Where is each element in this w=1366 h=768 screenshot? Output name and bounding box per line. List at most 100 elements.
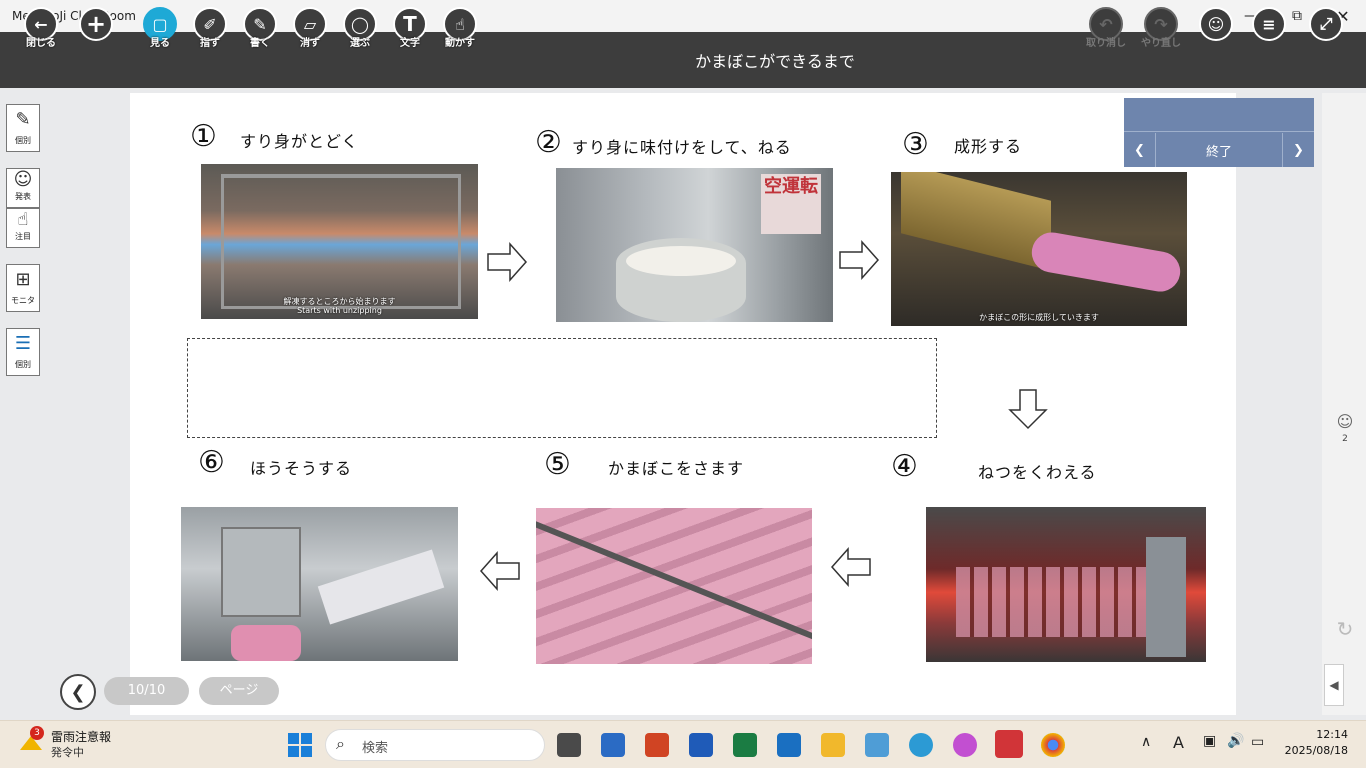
dashed-answer-box[interactable] <box>187 338 937 438</box>
battery-icon[interactable]: ▭ <box>1251 734 1264 750</box>
attention-button[interactable]: ☝ 注目 <box>6 208 40 248</box>
search-icon: ⌕ <box>336 734 345 753</box>
hand-icon: ☝ <box>17 209 29 230</box>
step-number: ① <box>190 119 217 154</box>
start-tile <box>288 733 299 744</box>
kamaboko-rows <box>956 567 1146 637</box>
fullscreen-button[interactable]: ⤢ <box>1306 7 1346 41</box>
taskbar <box>0 720 1366 768</box>
chevron-left-icon[interactable]: ❮ <box>1124 133 1156 167</box>
photo-mixing: 空運転 <box>556 168 833 322</box>
monitor-button[interactable]: ⊞ モニタ <box>6 264 40 312</box>
present-button[interactable]: ☺ 発表 <box>6 168 40 208</box>
text-label: 文字 <box>400 38 420 49</box>
weather-warning-icon[interactable]: 3 <box>18 726 44 754</box>
photo-heating <box>926 507 1206 662</box>
chevron-right-icon[interactable]: ❯ <box>1282 133 1314 167</box>
hamburger-icon: ≡ <box>1252 7 1286 41</box>
redo-label: やり直し <box>1141 38 1181 49</box>
ime-indicator[interactable]: A <box>1173 733 1184 752</box>
kamaboko-paste <box>1028 229 1184 295</box>
layers-icon: ☰ <box>14 333 32 354</box>
chevron-up-icon[interactable]: ∧ <box>1141 734 1151 750</box>
select-button[interactable]: ◯ 選ぶ <box>340 7 380 49</box>
user-icon: ☺ <box>1336 412 1354 431</box>
clock-date[interactable]: 2025/08/18 <box>1276 744 1348 757</box>
notification-badge: 3 <box>30 726 44 740</box>
start-tile <box>288 746 299 757</box>
rack-frame <box>221 174 461 309</box>
close-button[interactable]: ← 閉じる <box>21 7 61 49</box>
photo-caption: 解凍するところから始まります Starts with unzipping <box>201 297 478 315</box>
step-label: すり身がとどく <box>240 132 359 151</box>
point-button[interactable]: ✐ 指す <box>190 7 230 49</box>
panel-header <box>1124 98 1314 132</box>
step-label: かまぼこをさます <box>608 459 745 478</box>
arrow-right-icon <box>487 242 528 282</box>
paint-icon[interactable] <box>865 733 889 757</box>
surimi <box>626 246 736 276</box>
step-number: ⑤ <box>544 447 571 482</box>
arrow-left-icon <box>479 551 520 591</box>
sync-icon[interactable]: ↻ <box>1332 617 1358 641</box>
search-placeholder: 検索 <box>362 741 389 756</box>
text-button[interactable]: T 文字 <box>390 7 430 49</box>
photo-surimi-arrival: 解凍するところから始まります Starts with unzipping <box>201 164 478 319</box>
arrow-left-icon <box>830 547 871 587</box>
expand-icon: ⤢ <box>1309 7 1343 41</box>
chrome-icon[interactable] <box>1041 733 1065 757</box>
page-indicator: 10/10 <box>104 677 189 705</box>
file-explorer-icon[interactable] <box>821 733 845 757</box>
move-label: 動かす <box>445 38 475 49</box>
weather-title[interactable]: 雷雨注意報 <box>51 728 111 745</box>
page-button[interactable]: ページ <box>199 677 279 705</box>
metamoji-app-icon[interactable] <box>995 730 1023 758</box>
individual-layers-button[interactable]: ☰ 個別 <box>6 328 40 376</box>
step-number: ⑥ <box>198 445 225 480</box>
individual-button[interactable]: ✎ 個別 <box>6 104 40 152</box>
task-view-icon[interactable] <box>557 733 581 757</box>
windows-start-icon[interactable] <box>288 733 312 757</box>
pencil-icon: ✎ <box>15 109 31 130</box>
menu-button[interactable]: ≡ <box>1249 7 1289 41</box>
edge-icon[interactable] <box>909 733 933 757</box>
write-button[interactable]: ✎ 書く <box>240 7 280 49</box>
copilot-icon[interactable] <box>953 733 977 757</box>
individual-label: 個別 <box>15 360 31 369</box>
volume-icon[interactable]: 🔊 <box>1227 733 1244 749</box>
move-button[interactable]: ☝ 動かす <box>440 7 480 49</box>
warning-sign: 空運転 <box>761 174 821 234</box>
collapse-sidebar-icon[interactable]: ◀ <box>1324 664 1344 706</box>
view-label: 見る <box>150 38 170 49</box>
redo-button[interactable]: ↷ やり直し <box>1141 7 1181 49</box>
attention-label: 注目 <box>15 232 31 241</box>
photo-caption: かまぼこの形に成形していきます <box>979 313 1099 322</box>
wrap-film <box>317 549 445 625</box>
network-icon[interactable]: ▣ <box>1203 733 1216 749</box>
machine-block <box>221 527 301 617</box>
prev-page-icon[interactable]: ❮ <box>60 674 96 710</box>
undo-button[interactable]: ↶ 取り消し <box>1086 7 1126 49</box>
photo-forming: かまぼこの形に成形していきます <box>891 172 1187 326</box>
erase-button[interactable]: ▱ 消す <box>290 7 330 49</box>
excel-icon[interactable] <box>733 733 757 757</box>
view-button[interactable]: ▢ 見る <box>140 7 180 49</box>
store-icon[interactable] <box>601 733 625 757</box>
word-icon[interactable] <box>689 733 713 757</box>
write-label: 書く <box>250 38 270 49</box>
step-label: すり身に味付けをして、ねる <box>572 138 792 157</box>
start-tile <box>301 746 312 757</box>
plus-icon: + <box>79 7 113 41</box>
end-button[interactable]: 終了 <box>1156 133 1282 167</box>
step-number: ② <box>535 125 562 160</box>
users-button[interactable]: ☺ <box>1196 7 1236 41</box>
outlook-icon[interactable] <box>777 733 801 757</box>
powerpoint-icon[interactable] <box>645 733 669 757</box>
add-button[interactable]: + <box>76 7 116 41</box>
clock-time[interactable]: 12:14 <box>1280 728 1348 741</box>
taskbar-search[interactable]: ⌕ 検索 <box>325 729 545 761</box>
presenter-icon: ☺ <box>13 169 33 190</box>
step-label: ほうそうする <box>250 459 353 478</box>
monitor-label: モニタ <box>11 296 35 305</box>
grid-icon: ⊞ <box>15 269 31 290</box>
